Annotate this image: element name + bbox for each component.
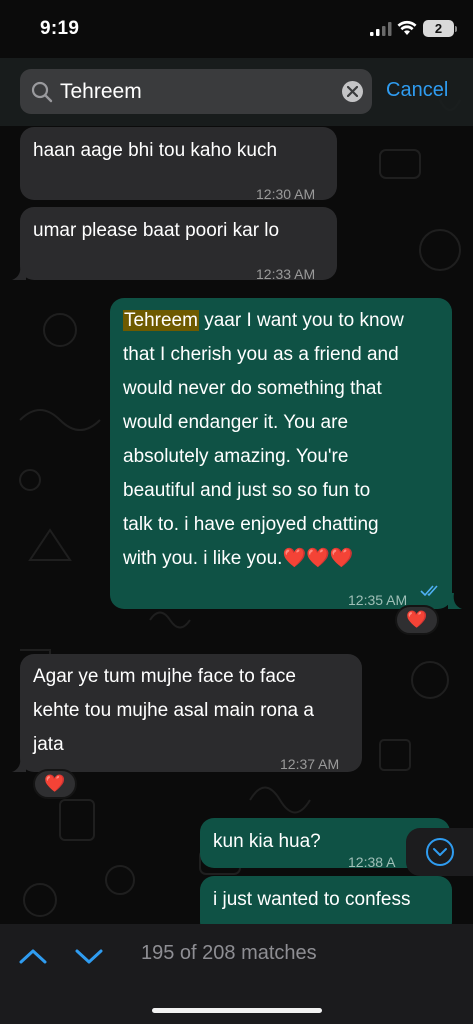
message-text: Tehreem yaar I want you to know that I c… bbox=[123, 304, 440, 576]
message-reaction[interactable]: ❤️ bbox=[395, 605, 439, 635]
home-indicator[interactable] bbox=[152, 1008, 322, 1013]
message-line: Agar ye tum mujhe face to face bbox=[33, 666, 296, 687]
search-navigation-bar: 195 of 208 matches bbox=[0, 924, 473, 1024]
message-line: with you. i like you. bbox=[123, 548, 283, 569]
match-count: 195 of 208 matches bbox=[141, 942, 317, 964]
chevron-down-circle-icon bbox=[426, 838, 454, 866]
status-time: 9:19 bbox=[40, 18, 80, 39]
search-icon bbox=[31, 81, 53, 103]
cellular-signal-icon bbox=[370, 22, 392, 36]
close-icon bbox=[347, 86, 358, 97]
cancel-button[interactable]: Cancel bbox=[386, 79, 448, 102]
message-bubble-incoming[interactable]: umar please baat poori kar lo 12:33 AM bbox=[20, 207, 337, 282]
chevron-down-icon[interactable] bbox=[74, 941, 104, 971]
battery-cap bbox=[455, 26, 457, 32]
status-bar: 9:19 2 bbox=[0, 0, 473, 58]
message-line: absolutely amazing. You're bbox=[123, 446, 349, 467]
message-timestamp: 12:30 AM bbox=[256, 186, 316, 202]
message-timestamp: 12:33 AM bbox=[256, 266, 316, 282]
message-bubble-incoming[interactable]: Agar ye tum mujhe face to face kehte tou… bbox=[20, 654, 362, 772]
message-line: yaar I want you to know bbox=[198, 310, 404, 331]
message-timestamp: 12:38 A bbox=[348, 854, 396, 870]
bubble-tail bbox=[448, 593, 462, 609]
search-input[interactable] bbox=[60, 69, 330, 114]
read-receipt-icon bbox=[420, 585, 438, 597]
bubble-tail bbox=[12, 756, 26, 772]
message-line: kehte tou mujhe asal main rona a bbox=[33, 700, 314, 721]
wifi-icon bbox=[397, 20, 417, 35]
message-line: that I cherish you as a friend and bbox=[123, 344, 399, 365]
scroll-to-bottom-button[interactable] bbox=[406, 828, 473, 876]
search-header: Cancel bbox=[0, 58, 473, 126]
message-timestamp: 12:37 AM bbox=[280, 756, 340, 772]
message-text: umar please baat poori kar lo bbox=[33, 220, 280, 241]
message-line: talk to. i have enjoyed chatting bbox=[123, 514, 379, 535]
message-reaction[interactable]: ❤️ bbox=[33, 769, 77, 799]
search-match-highlight: Tehreem bbox=[123, 310, 199, 331]
battery-indicator: 2 bbox=[423, 20, 454, 37]
message-bubble-outgoing[interactable]: Tehreem yaar I want you to know that I c… bbox=[110, 298, 452, 609]
chevron-up-icon[interactable] bbox=[18, 941, 48, 971]
message-text: haan aage bhi tou kaho kuch bbox=[33, 140, 278, 161]
message-line: would never do something that bbox=[123, 378, 382, 399]
message-text: i just wanted to confess bbox=[213, 889, 411, 910]
search-field[interactable] bbox=[20, 69, 372, 114]
clear-search-button[interactable] bbox=[342, 81, 363, 102]
message-text: kun kia hua? bbox=[213, 831, 321, 852]
message-bubble-incoming[interactable]: haan aage bhi tou kaho kuch 12:30 AM bbox=[20, 127, 337, 202]
message-line: beautiful and just so so fun to bbox=[123, 480, 371, 501]
message-line: would endanger it. You are bbox=[123, 412, 349, 433]
heart-emojis: ❤️❤️❤️ bbox=[282, 548, 354, 569]
bubble-tail bbox=[12, 264, 26, 280]
